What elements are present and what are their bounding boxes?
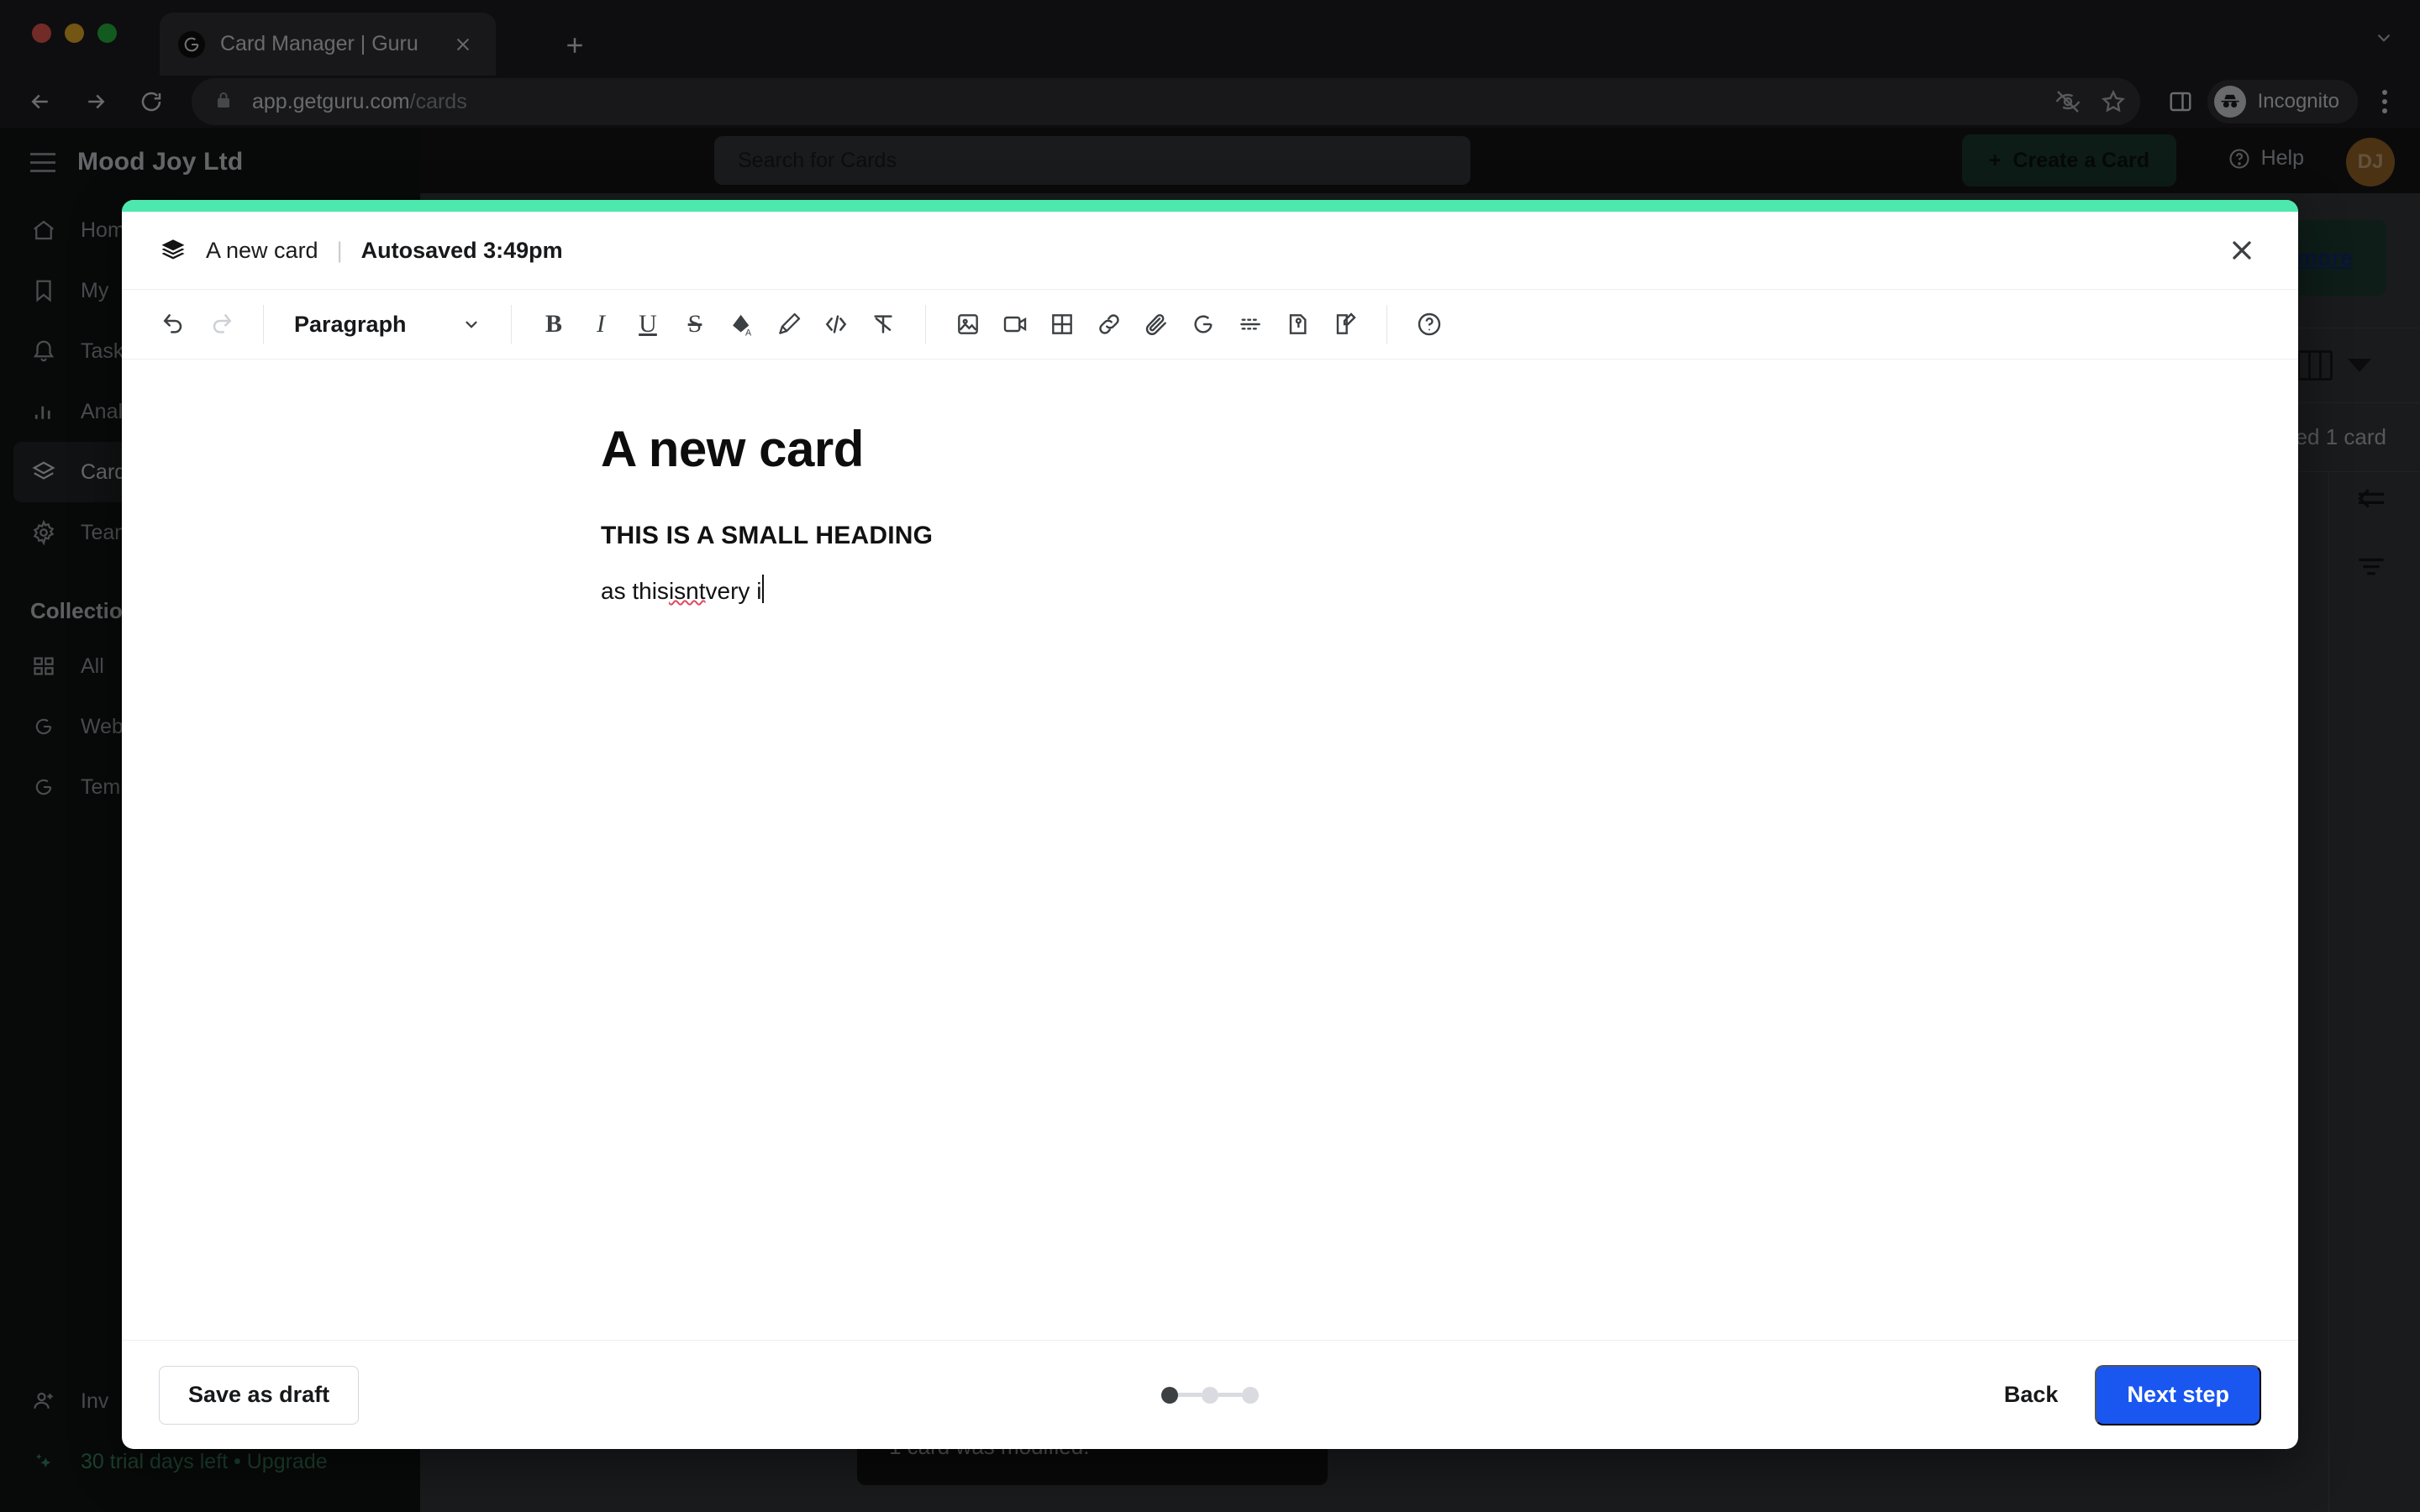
card-paragraph[interactable]: as this isnt very i [601, 570, 2298, 605]
toolbar-divider [1386, 305, 1387, 344]
paragraph-style-select[interactable]: Paragraph [282, 301, 492, 348]
strikethrough-button[interactable]: S [671, 301, 718, 348]
clear-formatting-icon[interactable] [860, 301, 907, 348]
code-block-icon[interactable] [813, 301, 860, 348]
close-icon[interactable] [2219, 228, 2265, 273]
header-separator: | [336, 237, 343, 263]
back-button[interactable]: Back [2004, 1382, 2059, 1408]
step-line-2 [1218, 1393, 1242, 1397]
card-document[interactable]: A new card THIS IS A SMALL HEADING as th… [122, 360, 2298, 605]
step-dot-1[interactable] [1161, 1386, 1178, 1404]
highlight-icon[interactable] [765, 301, 813, 348]
insert-link-icon[interactable] [1086, 301, 1133, 348]
autosave-status: Autosaved 3:49pm [360, 237, 563, 263]
attach-file-icon[interactable] [1133, 301, 1180, 348]
modal-accent-bar [122, 200, 2298, 212]
cards-stack-icon [159, 236, 187, 265]
undo-icon[interactable] [150, 301, 197, 348]
browser-window: Card Manager | Guru app.getguru.com/card… [0, 0, 2420, 1512]
insert-callout-icon[interactable] [1274, 301, 1321, 348]
step-dot-3[interactable] [1242, 1386, 1259, 1404]
redo-icon[interactable] [197, 301, 245, 348]
svg-text:A: A [745, 328, 752, 338]
modal-footer: Save as draft Back Next step [122, 1340, 2298, 1449]
insert-video-icon[interactable] [992, 301, 1039, 348]
modal-card-name: A new card [206, 237, 318, 263]
chevron-down-icon [462, 315, 481, 333]
card-title[interactable]: A new card [601, 420, 2298, 478]
modal-header: A new card | Autosaved 3:49pm [122, 212, 2298, 289]
step-dot-2[interactable] [1202, 1386, 1218, 1404]
insert-table-icon[interactable] [1039, 301, 1086, 348]
editor-toolbar: Paragraph B I U S A [122, 289, 2298, 360]
toolbar-divider [925, 305, 926, 344]
insert-embed-icon[interactable] [1321, 301, 1368, 348]
next-step-button[interactable]: Next step [2095, 1364, 2261, 1425]
help-icon[interactable] [1406, 301, 1453, 348]
text-caret [762, 575, 765, 603]
divider-icon[interactable] [1227, 301, 1274, 348]
footer-actions: Back Next step [2004, 1364, 2261, 1425]
card-editor-modal: A new card | Autosaved 3:49pm Paragraph [122, 200, 2298, 1449]
paragraph-text-before: as this [601, 578, 669, 604]
save-as-draft-button[interactable]: Save as draft [159, 1365, 360, 1425]
paragraph-text-after: very i [705, 578, 762, 604]
bold-button[interactable]: B [530, 301, 577, 348]
step-indicator [1161, 1386, 1259, 1404]
guru-card-link-icon[interactable] [1180, 301, 1227, 348]
card-heading[interactable]: THIS IS A SMALL HEADING [601, 522, 2298, 550]
step-line-1 [1178, 1393, 1202, 1397]
insert-image-icon[interactable] [944, 301, 992, 348]
toolbar-divider [263, 305, 264, 344]
paragraph-style-value: Paragraph [294, 311, 407, 337]
editor-body[interactable]: A new card THIS IS A SMALL HEADING as th… [122, 360, 2298, 1340]
text-color-icon[interactable]: A [718, 301, 765, 348]
misspelled-word: isnt [668, 578, 706, 604]
italic-button[interactable]: I [577, 301, 624, 348]
underline-button[interactable]: U [624, 301, 671, 348]
toolbar-divider [511, 305, 512, 344]
